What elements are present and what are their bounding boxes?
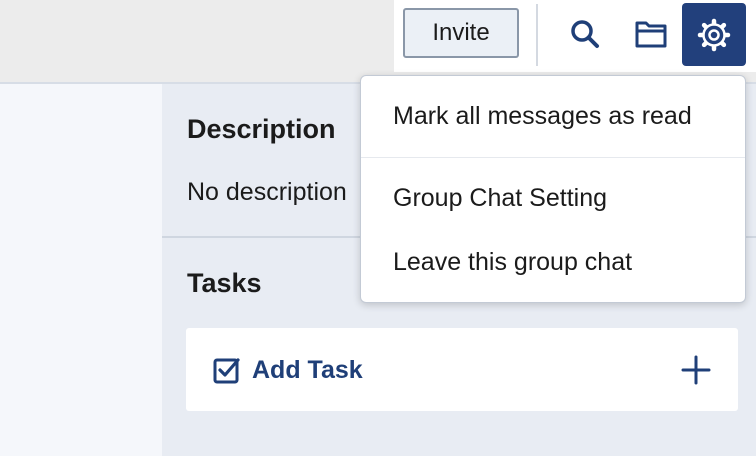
settings-button[interactable] bbox=[682, 3, 746, 66]
add-task-card: Add Task bbox=[186, 328, 738, 411]
add-task-plus-button[interactable] bbox=[678, 352, 714, 388]
folder-button[interactable] bbox=[628, 8, 674, 60]
gear-icon bbox=[697, 18, 731, 51]
toolbar-divider bbox=[536, 4, 538, 66]
left-panel bbox=[0, 84, 162, 456]
checkbox-icon bbox=[213, 358, 240, 384]
description-title: Description bbox=[187, 114, 336, 144]
folder-icon bbox=[635, 21, 667, 48]
description-text: No description bbox=[187, 178, 347, 206]
plus-icon bbox=[681, 355, 711, 385]
menu-item-group-chat-setting[interactable]: Group Chat Setting bbox=[393, 184, 607, 213]
settings-dropdown-menu: Mark all messages as read Group Chat Set… bbox=[360, 75, 746, 303]
menu-item-leave-group-chat[interactable]: Leave this group chat bbox=[393, 248, 632, 277]
add-task-button[interactable]: Add Task bbox=[212, 354, 363, 386]
add-task-label: Add Task bbox=[252, 355, 363, 384]
menu-divider bbox=[361, 157, 745, 158]
tasks-title: Tasks bbox=[187, 268, 262, 298]
search-icon bbox=[571, 20, 599, 48]
menu-item-mark-all-read[interactable]: Mark all messages as read bbox=[393, 102, 692, 131]
invite-button[interactable]: Invite bbox=[403, 8, 519, 58]
search-button[interactable] bbox=[562, 8, 608, 60]
